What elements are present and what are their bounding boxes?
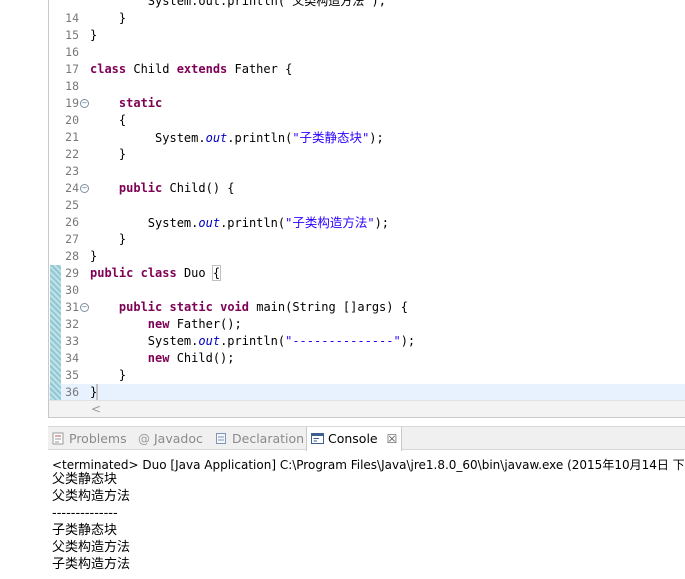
console-output-line: 父类构造方法 <box>52 540 131 555</box>
code-text[interactable]: } <box>90 146 126 163</box>
line-number: 20 <box>65 113 79 127</box>
console-output-line: 子类构造方法 <box>52 557 131 572</box>
line-number: 14 <box>65 11 79 25</box>
line-number: 31 <box>65 300 79 314</box>
code-line[interactable]: 35 } <box>49 367 685 384</box>
line-number: 36 <box>65 385 79 399</box>
code-text[interactable]: System.out.println("父类构造方法"); <box>90 0 386 10</box>
code-line[interactable]: 14 } <box>49 10 685 27</box>
console-output-line: 父类静态块 <box>52 472 118 487</box>
line-number: 26 <box>65 215 79 229</box>
close-icon[interactable]: ☒ <box>387 432 398 446</box>
tab-declaration-label: Declaration <box>232 431 305 446</box>
line-number: 32 <box>65 317 79 331</box>
code-text[interactable]: class Child extends Father { <box>90 61 292 78</box>
code-line[interactable]: 26 System.out.println("子类构造方法"); <box>49 214 685 231</box>
code-text[interactable]: System.out.println("子类构造方法"); <box>90 214 389 232</box>
code-text[interactable]: } <box>90 231 126 248</box>
line-number: 25 <box>65 198 79 212</box>
scroll-left-arrow[interactable]: < <box>91 402 101 417</box>
code-line[interactable]: 23 <box>49 163 685 180</box>
code-editor[interactable]: System.out.println("父类构造方法"); 14 } 15} 16 17… <box>48 0 685 418</box>
code-text[interactable]: } <box>90 10 126 27</box>
line-number: 15 <box>65 28 79 42</box>
code-text[interactable]: } <box>90 384 97 401</box>
tab-console-label: Console <box>328 431 378 446</box>
line-number: 35 <box>65 368 79 382</box>
code-line[interactable]: 21 System.out.println("子类静态块"); <box>49 129 685 146</box>
code-line[interactable]: 36} <box>49 384 685 401</box>
code-line[interactable]: 17 class Child extends Father { <box>49 61 685 78</box>
fold-toggle-icon[interactable]: − <box>80 99 89 108</box>
console-status: <terminated> Duo [Java Application] C:\P… <box>52 458 685 472</box>
tab-problems-label: Problems <box>69 431 127 446</box>
horizontal-scrollbar[interactable]: < <box>49 400 685 417</box>
code-line[interactable]: 32 new Father(); <box>49 316 685 333</box>
code-line[interactable]: System.out.println("父类构造方法"); <box>49 0 685 10</box>
code-line[interactable]: 25 <box>49 197 685 214</box>
line-number: 17 <box>65 62 79 76</box>
code-text[interactable]: System.out.println("--------------"); <box>90 333 415 350</box>
line-number: 21 <box>65 130 79 144</box>
code-text[interactable]: new Father(); <box>90 316 242 333</box>
console-output-line: 子类静态块 <box>52 523 118 538</box>
line-number: 16 <box>65 45 79 59</box>
problems-icon <box>52 432 64 445</box>
line-number: 24 <box>65 181 79 195</box>
code-text[interactable]: System.out.println("子类静态块"); <box>90 129 384 147</box>
line-number: 23 <box>65 164 79 178</box>
code-line[interactable]: 24− public Child() { <box>49 180 685 197</box>
code-line[interactable]: 33 System.out.println("--------------"); <box>49 333 685 350</box>
fold-toggle-icon[interactable]: − <box>80 184 89 193</box>
line-number: 28 <box>65 249 79 263</box>
code-line[interactable]: 28} <box>49 248 685 265</box>
tab-javadoc-label: Javadoc <box>154 431 203 446</box>
code-line[interactable]: 27 } <box>49 231 685 248</box>
view-tab-bar: Problems @ Javadoc Declaration Console ☒ <box>48 426 685 451</box>
code-line[interactable]: 18 <box>49 78 685 95</box>
console-output-line: -------------- <box>52 506 118 521</box>
code-line[interactable]: 20 { <box>49 112 685 129</box>
code-text[interactable]: public class Duo { <box>90 265 222 282</box>
line-number: 22 <box>65 147 79 161</box>
code-line[interactable]: 22 } <box>49 146 685 163</box>
line-number: 34 <box>65 351 79 365</box>
fold-toggle-icon[interactable]: − <box>80 303 89 312</box>
code-line[interactable]: 30 <box>49 282 685 299</box>
line-number: 18 <box>65 79 79 93</box>
code-text[interactable]: } <box>90 367 126 384</box>
code-text[interactable]: new Child(); <box>90 350 235 367</box>
code-text[interactable]: public static void main(String []args) { <box>90 299 408 316</box>
code-line[interactable]: 34 new Child(); <box>49 350 685 367</box>
tab-console[interactable]: Console ☒ <box>306 427 403 451</box>
code-text[interactable]: public Child() { <box>90 180 235 197</box>
tab-problems[interactable]: Problems <box>52 427 127 450</box>
console-output-line: 父类构造方法 <box>52 489 131 504</box>
tab-declaration[interactable]: Declaration <box>215 427 304 450</box>
line-number: 33 <box>65 334 79 348</box>
code-text[interactable]: static <box>90 95 162 112</box>
declaration-icon <box>216 433 226 444</box>
code-line[interactable]: 31− public static void main(String []arg… <box>49 299 685 316</box>
code-text[interactable]: } <box>90 27 97 44</box>
console-view[interactable]: Problems @ Javadoc Declaration Console ☒ … <box>48 426 685 579</box>
line-number: 19 <box>65 96 79 110</box>
code-line[interactable]: 15} <box>49 27 685 44</box>
code-line[interactable]: 16 <box>49 44 685 61</box>
console-output[interactable]: 父类静态块 父类构造方法 -------------- 子类静态块 父类构造方法 子类构造… <box>52 471 130 573</box>
code-line[interactable]: 19− static <box>49 95 685 112</box>
line-number: 30 <box>65 283 79 297</box>
code-text[interactable]: } <box>90 248 97 265</box>
tab-javadoc[interactable]: @ Javadoc <box>138 427 203 450</box>
code-line[interactable]: 29 public class Duo { <box>49 265 685 282</box>
javadoc-icon: @ <box>138 432 150 446</box>
line-number: 29 <box>65 266 79 280</box>
line-number: 27 <box>65 232 79 246</box>
console-icon <box>311 433 324 444</box>
code-text[interactable]: { <box>90 112 126 129</box>
